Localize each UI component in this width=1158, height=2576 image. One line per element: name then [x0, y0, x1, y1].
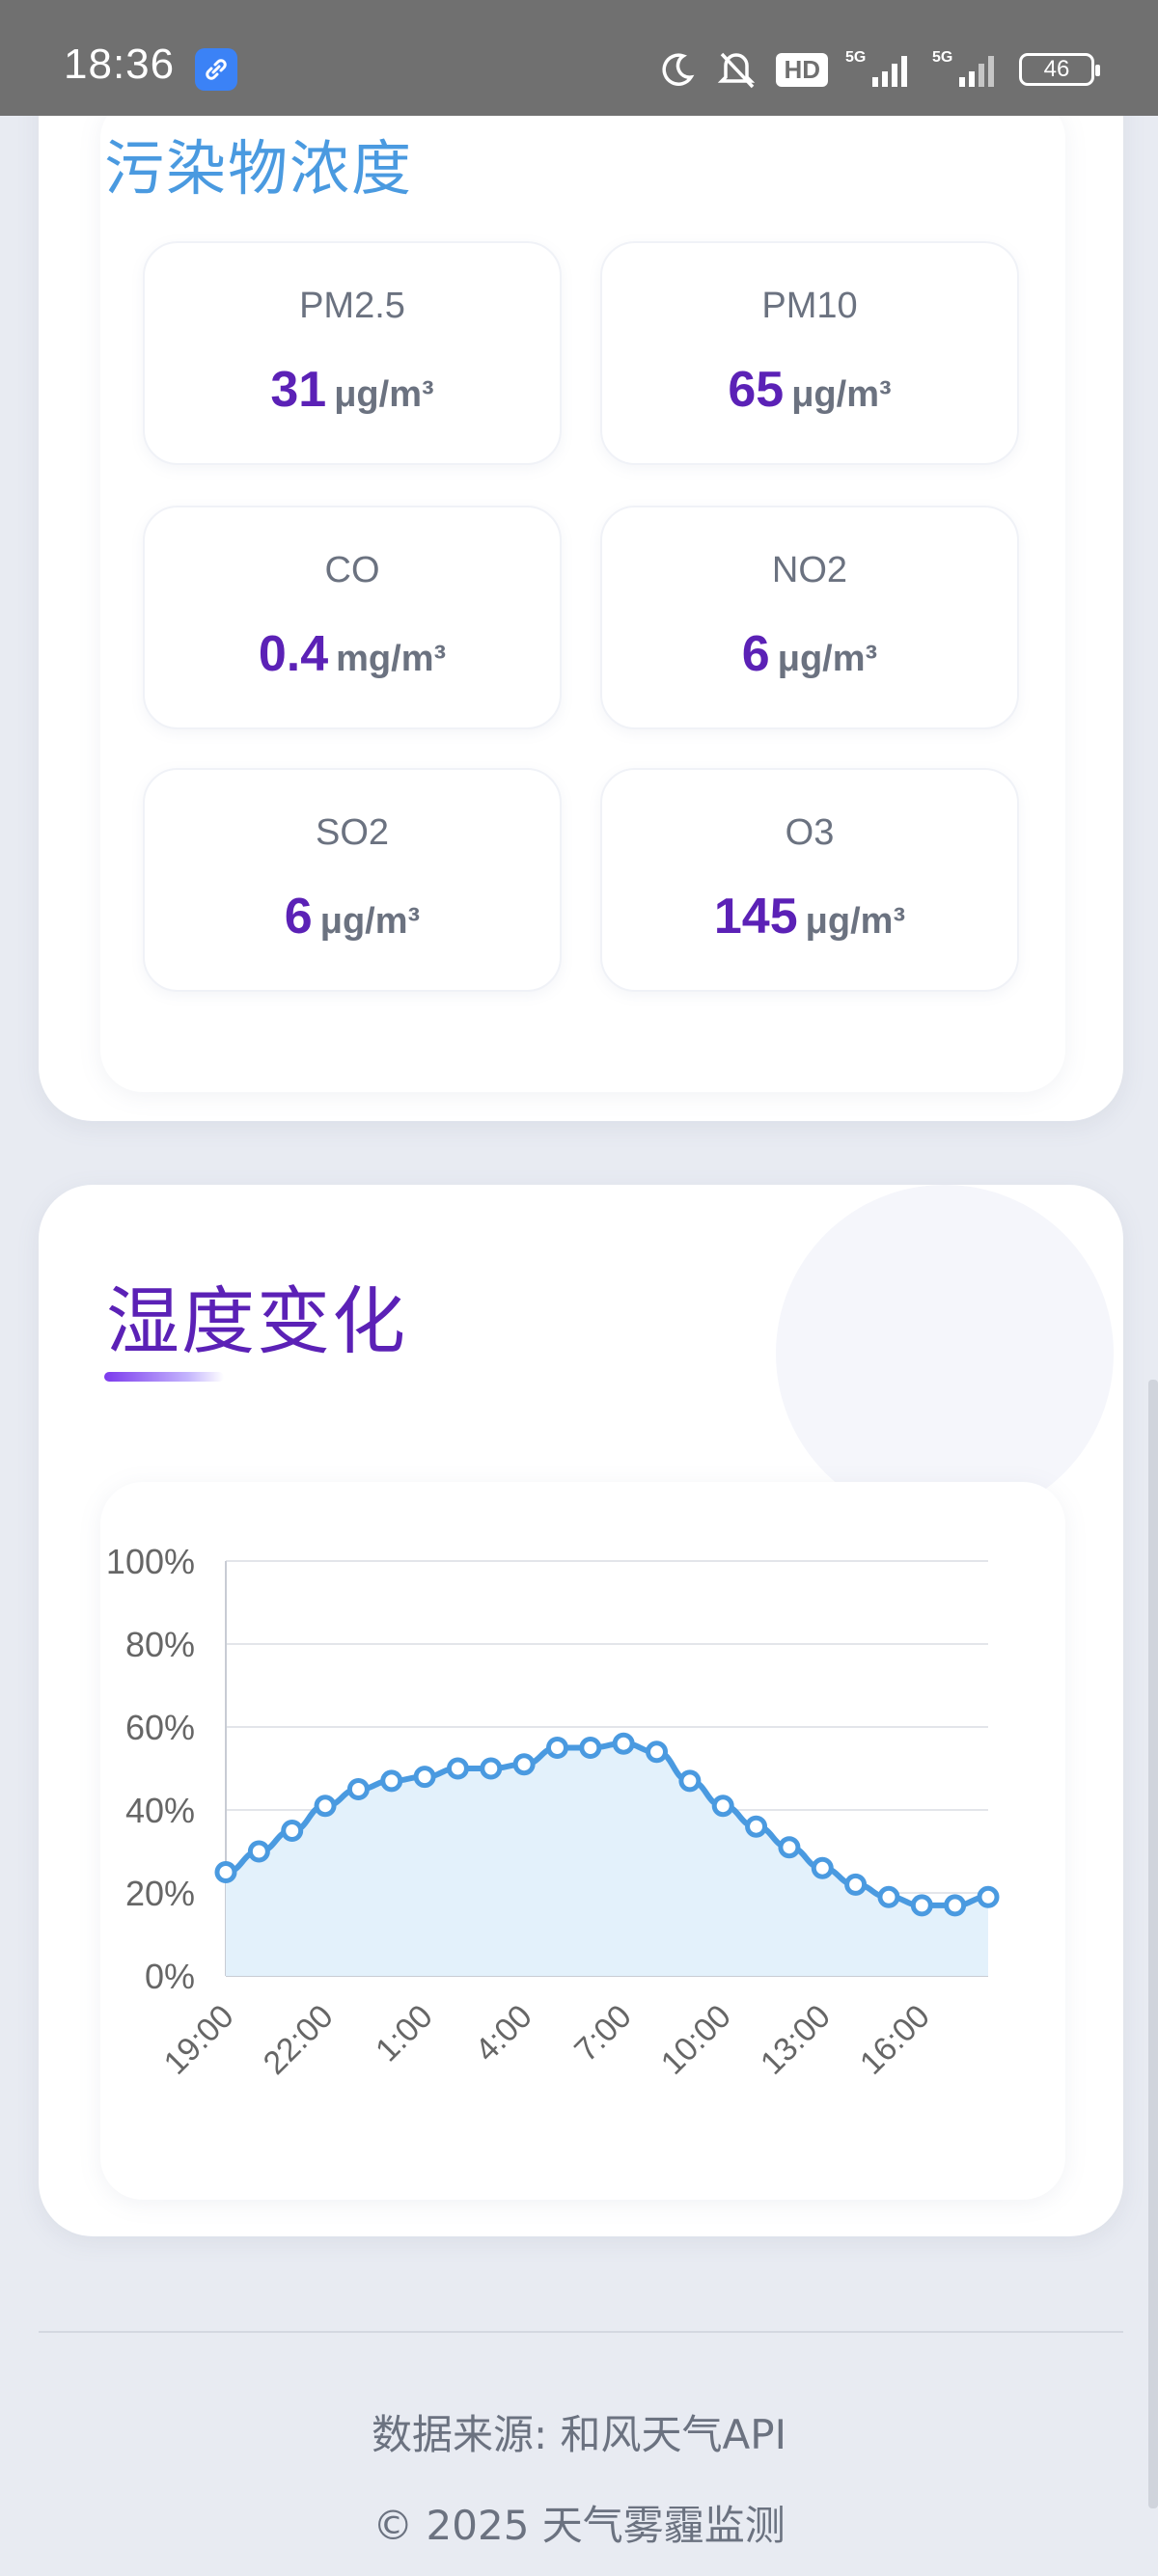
pollutant-name: O3 [785, 812, 835, 853]
x-tick-label: 22:00 [257, 1998, 341, 2082]
data-point [281, 1820, 304, 1842]
y-tick-label: 20% [125, 1874, 195, 1913]
pollutant-name: NO2 [771, 550, 848, 590]
data-point [944, 1894, 967, 1917]
data-point [214, 1861, 237, 1883]
y-tick-label: 40% [125, 1791, 195, 1830]
data-point [711, 1795, 734, 1818]
pollutant-unit: μg/m³ [319, 901, 421, 942]
heading-underline [104, 1372, 224, 1382]
signal-icon: 5G [845, 49, 907, 87]
data-point [811, 1856, 834, 1879]
humidity-heading: 湿度变化 [106, 1278, 407, 1364]
x-tick-label: 16:00 [853, 1998, 937, 2082]
svg-text:5G: 5G [845, 49, 866, 66]
x-tick-label: 13:00 [754, 1998, 838, 2082]
battery-level: 46 [1043, 56, 1070, 82]
y-tick-label: 0% [145, 1957, 195, 1996]
pollutant-name: PM10 [761, 286, 858, 326]
data-point [314, 1795, 337, 1818]
y-tick-label: 60% [125, 1708, 195, 1747]
data-point [413, 1766, 436, 1789]
data-point [910, 1894, 933, 1917]
svg-text:5G: 5G [932, 49, 952, 66]
data-point [646, 1740, 669, 1764]
pollutant-unit: μg/m³ [805, 901, 906, 942]
data-point [480, 1757, 503, 1780]
pollutant-value: 0.4 [258, 626, 329, 682]
humidity-area [226, 1743, 988, 1976]
data-point [512, 1753, 536, 1776]
pollutants-heading: 污染物浓度 [104, 133, 414, 204]
pollutant-tile-so2: SO2 6 μg/m³ [143, 768, 562, 992]
pollutant-unit: μg/m³ [334, 374, 434, 415]
pollutant-name: CO [324, 550, 380, 590]
x-tick-label: 7:00 [567, 1998, 639, 2069]
x-tick-label: 19:00 [157, 1998, 241, 2082]
pollutant-name: SO2 [315, 812, 390, 853]
link-icon [195, 48, 237, 91]
pollutant-unit: mg/m³ [336, 639, 447, 679]
data-point [745, 1815, 768, 1838]
data-point [579, 1737, 602, 1759]
scrollbar[interactable] [1148, 1380, 1158, 2508]
humidity-card: 湿度变化 0% 20% 40% 60% 80% 100% 19:00 22:00 1:00 4:0… [39, 1185, 1123, 2236]
footer-copyright: © 2025 天气雾霾监测 [372, 2502, 786, 2549]
signal-icon: 5G [932, 49, 994, 87]
decorative-circle [776, 1185, 1114, 1522]
pollutant-tile-o3: O3 145 μg/m³ [600, 768, 1019, 992]
humidity-chart: 0% 20% 40% 60% 80% 100% 19:00 22:00 1:00 4:00 7:00… [106, 1542, 1000, 2082]
bell-off-icon [718, 52, 756, 89]
data-point [446, 1757, 469, 1780]
y-tick-label: 100% [106, 1542, 195, 1581]
moon-icon [662, 53, 695, 86]
status-bar: 18:36 HD 5G 5G 46 [0, 0, 1158, 116]
pollutant-value: 145 [713, 889, 798, 945]
data-point [678, 1769, 702, 1793]
y-tick-label: 80% [125, 1625, 195, 1664]
x-tick-label: 4:00 [468, 1998, 539, 2069]
pollutant-tile-co: CO 0.4 mg/m³ [143, 506, 562, 729]
pollutant-value: 6 [284, 889, 313, 945]
humidity-chart-panel: 0% 20% 40% 60% 80% 100% 19:00 22:00 1:00 4:00 7:00… [100, 1482, 1065, 2200]
status-icons: HD 5G 5G 46 [658, 44, 1100, 95]
data-point [977, 1885, 1000, 1908]
footer-source: 数据来源: 和风天气API [372, 2411, 786, 2458]
footer-divider [39, 2331, 1123, 2333]
x-tick-label: 10:00 [654, 1998, 738, 2082]
pollutant-value: 31 [270, 362, 327, 418]
data-point [612, 1732, 635, 1755]
data-point [380, 1769, 403, 1793]
pollutant-name: PM2.5 [299, 286, 405, 326]
data-point [247, 1840, 270, 1863]
hd-icon: HD [776, 52, 828, 87]
battery-icon: 46 [1019, 53, 1100, 86]
pollutant-value: 6 [741, 626, 770, 682]
data-point [844, 1873, 868, 1896]
pollutant-tile-pm10: PM10 65 μg/m³ [600, 241, 1019, 465]
pollutant-unit: μg/m³ [791, 374, 892, 415]
pollutant-unit: μg/m³ [777, 639, 878, 679]
pollutant-value: 65 [728, 362, 785, 418]
x-tick-label: 1:00 [369, 1998, 440, 2069]
data-point [545, 1737, 568, 1759]
data-point [778, 1836, 801, 1859]
pollutant-tile-pm25: PM2.5 31 μg/m³ [143, 241, 562, 465]
pollutant-tile-no2: NO2 6 μg/m³ [600, 506, 1019, 729]
status-time: 18:36 [64, 41, 176, 88]
data-point [346, 1778, 370, 1800]
data-point [877, 1885, 900, 1908]
